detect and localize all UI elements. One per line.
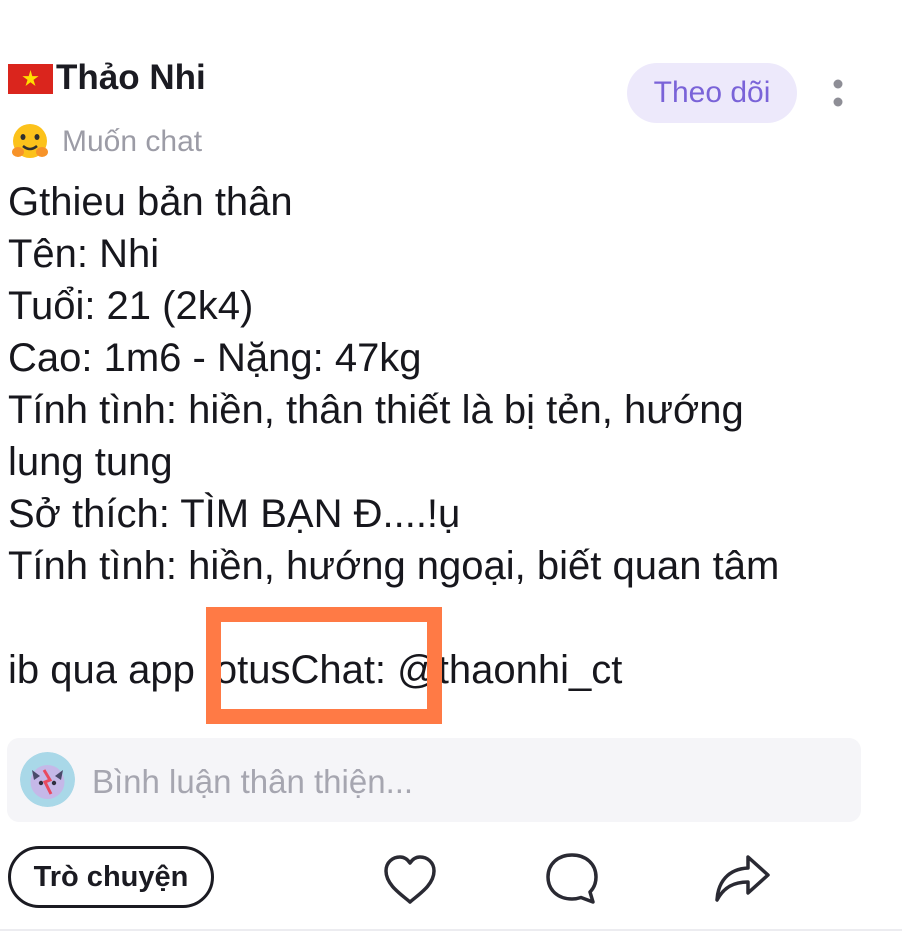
post-line: Sở thích: TÌM BẠN Đ....!ụ xyxy=(8,492,461,536)
user-status: Muốn chat xyxy=(62,125,203,158)
comment-placeholder[interactable]: Bình luận thân thiện... xyxy=(92,762,413,802)
post-line: lung tung xyxy=(8,440,173,484)
hugging-face-emoji-icon xyxy=(10,122,50,162)
chat-button[interactable]: Trò chuyện xyxy=(8,846,214,908)
vietnam-flag-icon xyxy=(8,64,53,94)
post-line-blank xyxy=(8,592,888,644)
highlight-box xyxy=(206,607,442,724)
share-icon[interactable] xyxy=(712,849,772,909)
heart-icon[interactable] xyxy=(380,850,440,910)
post-line: Tên: Nhi xyxy=(8,232,160,276)
post-line: Tính tình: hiền, thân thiết là bị tẻn, h… xyxy=(8,388,744,432)
comment-icon[interactable] xyxy=(542,849,602,909)
post-line: Cao: 1m6 - Nặng: 47kg xyxy=(8,336,422,380)
post-line: Tuổi: 21 (2k4) xyxy=(8,284,254,328)
user-avatar-icon xyxy=(20,752,75,807)
post-line: Tính tình: hiền, hướng ngoại, biết quan … xyxy=(8,544,780,588)
post-line: Gthieu bản thân xyxy=(8,180,293,224)
post-content: Gthieu bản thân Tên: Nhi Tuổi: 21 (2k4) … xyxy=(8,176,888,696)
username[interactable]: Thảo Nhi xyxy=(56,58,206,98)
post-line-contact: ib qua app lotusChat: @thaonhi_ct xyxy=(8,648,623,692)
divider xyxy=(0,929,902,931)
more-vertical-icon[interactable] xyxy=(826,75,850,115)
follow-button[interactable]: Theo dõi xyxy=(627,63,797,123)
